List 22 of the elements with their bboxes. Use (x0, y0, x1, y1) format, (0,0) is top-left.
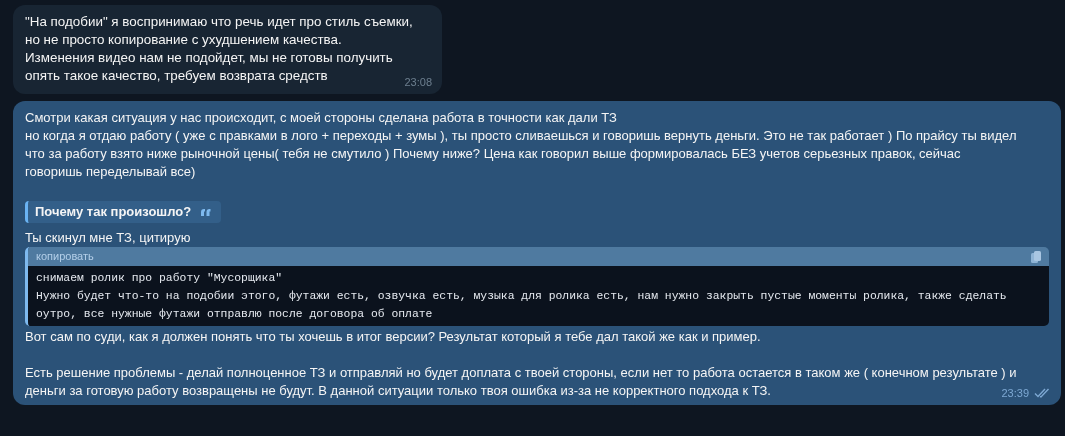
code-line: Нужно будет что-то на подобии этого, футажи есть, озвучка есть, музыка для ролика есть, нам нужно закрыть пустые моменты ролика, также сделать (36, 289, 1007, 304)
message-text: но когда я отдаю работу ( уже с правками в лого + переходы + зумы ), ты просто сливаешься и говоришь вернуть деньги. Это не так работает ) По прайсу ты видел (25, 127, 1017, 145)
message-time: 23:39 (1001, 387, 1029, 399)
message-text: деньги за готовую работу возвращены не будут. В данной ситуации только твоя ошибка из-за не корректного подхода к ТЗ. (25, 382, 771, 400)
message-time: 23:08 (404, 76, 432, 88)
message-text: говоришь переделывай все) (25, 163, 196, 181)
message-text: Ты скинул мне ТЗ, цитирую (25, 229, 191, 247)
quote-block[interactable]: Почему так произошло? (25, 201, 222, 223)
message-text: "На подобии" я воспринимаю что речь идет про стиль съемки, (25, 13, 413, 31)
message-text: Изменения видео нам не подойдет, мы не готовы получить (25, 49, 393, 67)
message-text: Смотри какая ситуация у нас происходит, с моей стороны сделана работа в точности как дали ТЗ (25, 109, 617, 127)
code-language-label: копировать (36, 249, 94, 264)
message-text: но не просто копирование с ухудшением качества. (25, 31, 342, 49)
code-line: снимаем ролик про работу "Мусорщика" (36, 271, 283, 286)
copy-icon[interactable] (1031, 250, 1041, 263)
quote-icon (201, 208, 212, 216)
message-text: Есть решение проблемы - делай полноценное ТЗ и отправляй но будет доплата с твоей стороны, если нет то работа остается в таком же ( конечном результате ) и (25, 364, 1017, 382)
code-line: оутро, все нужные футажи отправлю после договора об оплате (36, 307, 433, 322)
message-text: Вот сам по суди, как я должен понять что ты хочешь в итог версии? Результат который я тебе дал такой же как и пример. (25, 328, 761, 346)
quote-text: Почему так произошло? (35, 204, 192, 220)
message-text: что за работу взято ниже рыночной цены( тебя не смутило ) Почему ниже? Цена как говорил выше формировалась БЕЗ учетов серьезных правок, сейчас (25, 145, 961, 163)
message-text: опять такое качество, требуем возврата средств (25, 67, 328, 85)
